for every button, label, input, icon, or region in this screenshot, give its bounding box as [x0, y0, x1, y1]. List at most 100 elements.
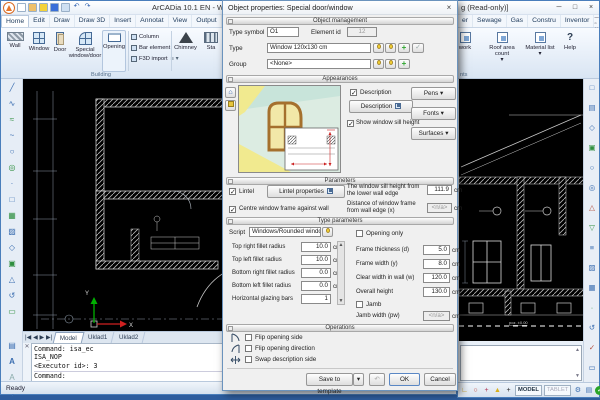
section-object-management[interactable]: Object management: [226, 17, 454, 25]
type-add-button[interactable]: +: [398, 43, 410, 53]
revision-tool-icon[interactable]: ↺: [1, 291, 23, 300]
right-command-box[interactable]: ▲ ▼: [460, 345, 582, 381]
tool-icon[interactable]: ▭: [584, 363, 600, 372]
network-button[interactable]: work: [458, 30, 480, 72]
tool-icon[interactable]: ▦: [584, 283, 600, 292]
modify-icon[interactable]: [39, 3, 48, 12]
type-input[interactable]: Window 120x130 cm: [267, 43, 371, 53]
collapse-icon[interactable]: [228, 326, 233, 331]
crosshair-icon[interactable]: +: [504, 387, 513, 394]
column-button[interactable]: Column: [131, 32, 159, 42]
opening-only-checkbox[interactable]: [356, 230, 363, 237]
tab-uklad1[interactable]: Uklad1: [82, 332, 115, 343]
type-library-button[interactable]: [385, 43, 396, 53]
script-input[interactable]: Windows/Rounded window: [249, 227, 321, 237]
elevation-drawing-area[interactable]: poz. ±0.00: [459, 79, 584, 341]
tab-construction[interactable]: Constru: [528, 15, 561, 27]
roof-area-count-button[interactable]: Roof area count ▾: [482, 30, 522, 72]
chimney-button[interactable]: Chimney: [173, 30, 198, 72]
tab-model[interactable]: Model: [53, 332, 85, 344]
pens-button[interactable]: Pens ▾: [411, 87, 456, 100]
tab-inventor[interactable]: Inventor: [561, 15, 595, 27]
clear-width-input[interactable]: 120.0: [423, 273, 450, 283]
tool-icon[interactable]: ◇: [584, 123, 600, 132]
lintel-properties-button[interactable]: Lintel properties: [267, 185, 345, 198]
collapse-icon[interactable]: [228, 19, 233, 24]
open-icon[interactable]: [28, 3, 37, 12]
swap-description-side-checkbox[interactable]: [245, 356, 252, 363]
scroll-down-icon[interactable]: ▼: [575, 373, 580, 379]
tab-sewage[interactable]: Sewage: [473, 15, 507, 27]
new-file-icon[interactable]: [17, 3, 26, 12]
text-tool-icon[interactable]: A: [1, 357, 23, 366]
tab-uklad2[interactable]: Uklad2: [112, 332, 145, 343]
ortho-icon[interactable]: ∟: [460, 387, 469, 394]
tool-icon[interactable]: ▣: [584, 143, 600, 152]
circle-tool-icon[interactable]: ○: [1, 147, 23, 156]
app-logo-icon[interactable]: [3, 2, 15, 14]
cancel-button[interactable]: Cancel: [424, 373, 456, 386]
group-add-button[interactable]: +: [398, 59, 410, 69]
material-list-button[interactable]: Material list ▾: [522, 30, 558, 72]
description-button[interactable]: Description: [349, 100, 413, 113]
tool-icon[interactable]: △: [584, 203, 600, 212]
section-type-parameters[interactable]: Type parameters: [226, 217, 454, 225]
lintel-checkbox[interactable]: [229, 188, 236, 195]
line-tool-icon[interactable]: ╱: [1, 83, 23, 92]
wall-button[interactable]: Wall: [4, 30, 26, 72]
param-row-input[interactable]: 1: [301, 294, 331, 304]
tool-icon[interactable]: ✓: [584, 343, 600, 352]
preview-3d[interactable]: [238, 85, 341, 173]
centre-frame-checkbox[interactable]: [229, 206, 236, 213]
model-space-toggle[interactable]: MODEL: [515, 385, 542, 396]
frame-thickness-input[interactable]: 5.0: [423, 245, 450, 255]
snap-icon[interactable]: +: [482, 387, 491, 394]
tool-icon[interactable]: ≡: [584, 243, 600, 252]
overall-height-input[interactable]: 130.0: [423, 287, 450, 297]
undo-icon[interactable]: ↶: [72, 3, 81, 12]
show-sill-checkbox[interactable]: [347, 120, 354, 127]
fonts-button[interactable]: Fonts ▾: [411, 107, 456, 120]
tab-truncated-er[interactable]: er: [458, 15, 473, 27]
tab-home[interactable]: Home: [1, 15, 29, 27]
section-operations[interactable]: Operations: [226, 324, 454, 332]
tool-icon[interactable]: ▨: [584, 263, 600, 272]
collapse-icon[interactable]: [228, 179, 233, 184]
polyline-tool-icon[interactable]: ≈: [1, 115, 23, 124]
tool-icon[interactable]: ↺: [584, 323, 600, 332]
scroll-up-icon[interactable]: ▲: [338, 242, 344, 248]
redo-icon[interactable]: ↷: [83, 3, 92, 12]
param-row-input[interactable]: 10.0: [301, 255, 331, 265]
bar-element-button[interactable]: Bar element: [131, 43, 170, 53]
type-picker-button[interactable]: [373, 43, 384, 53]
save-icon[interactable]: [50, 3, 59, 12]
rectangle-tool-icon[interactable]: □: [1, 195, 23, 204]
layout-switch-icon[interactable]: ▤: [584, 386, 593, 394]
opening-button[interactable]: Opening: [102, 30, 126, 72]
sill-height-input[interactable]: 111.9: [427, 185, 452, 195]
group-input[interactable]: <None>: [267, 59, 371, 69]
stairs-button[interactable]: Sta: [199, 30, 223, 72]
region-tool-icon[interactable]: ▣: [1, 259, 23, 268]
section-appearances[interactable]: Appearances: [226, 75, 454, 83]
redraw-icon[interactable]: [61, 3, 70, 12]
tool-icon[interactable]: ▤: [584, 103, 600, 112]
view-2d-icon[interactable]: [225, 100, 236, 111]
triangle-tool-icon[interactable]: △: [1, 275, 23, 284]
tablet-toggle[interactable]: TABLET: [544, 385, 571, 396]
jamb-checkbox[interactable]: [356, 301, 363, 308]
param-row-input[interactable]: 10.0: [301, 242, 331, 252]
dialog-close-icon[interactable]: ×: [443, 3, 455, 13]
tab-edit[interactable]: Edit: [29, 15, 50, 27]
tab-annotate[interactable]: Annotat: [136, 15, 168, 27]
frame-width-input[interactable]: 8.0: [423, 259, 450, 269]
help-button[interactable]: ? Help: [558, 30, 582, 72]
tab-view[interactable]: View: [169, 15, 193, 27]
point-tool-icon[interactable]: ·: [1, 179, 23, 188]
door-button[interactable]: Door: [51, 30, 69, 72]
scroll-down-icon[interactable]: ▼: [338, 298, 344, 304]
sketch-tool-icon[interactable]: ~: [1, 131, 23, 140]
flip-opening-direction-checkbox[interactable]: [245, 345, 252, 352]
tool-icon[interactable]: ◎: [584, 183, 600, 192]
donut-tool-icon[interactable]: ◎: [1, 163, 23, 172]
